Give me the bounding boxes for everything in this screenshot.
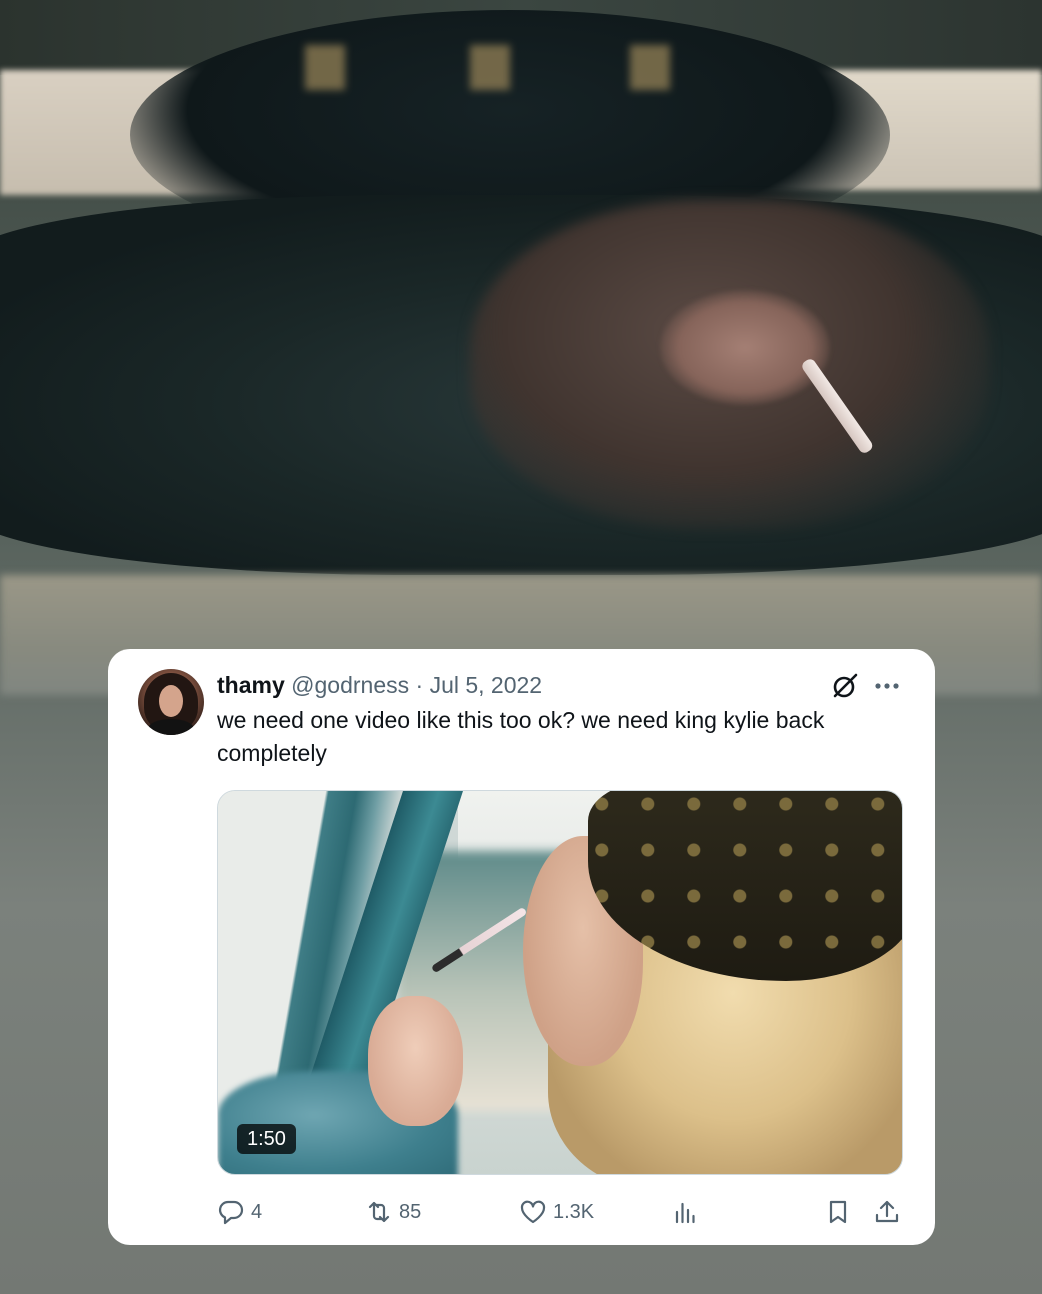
tweet-card[interactable]: thamy @godrness · Jul 5, 2022 we need on… [108,649,935,1245]
tweet-text: we need one video like this too ok? we n… [217,707,825,766]
video-duration-badge: 1:50 [237,1124,296,1154]
background-light [630,45,670,90]
tweet-date[interactable]: Jul 5, 2022 [430,672,543,698]
bookmark-icon [829,1200,847,1224]
repost-icon [368,1201,390,1223]
reply-icon [218,1200,244,1225]
avatar-shirt [148,719,194,735]
action-bar: 4 85 1.3K [217,1197,903,1227]
repost-count: 85 [399,1200,422,1223]
more-icon[interactable] [872,675,904,697]
like-button[interactable]: 1.3K [519,1197,594,1227]
avatar-face [159,685,183,717]
like-count: 1.3K [553,1200,595,1223]
video-hand [368,996,463,1126]
repost-button[interactable]: 85 [365,1197,421,1227]
views-icon [675,1202,695,1224]
tweet-header: thamy @godrness · Jul 5, 2022 [217,669,542,701]
like-icon [520,1200,546,1224]
share-icon [875,1200,899,1223]
bookmark-button[interactable] [824,1197,858,1227]
reply-button[interactable]: 4 [217,1197,262,1227]
background-lips [660,290,830,405]
background-light [305,45,345,90]
views-button[interactable] [672,1197,706,1227]
display-name[interactable]: thamy [217,672,285,698]
reply-count: 4 [251,1200,263,1223]
video-player[interactable]: 1:50 [217,790,903,1175]
separator: · [415,672,424,698]
grok-icon[interactable] [830,671,860,701]
handle[interactable]: @godrness [291,672,409,698]
share-button[interactable] [873,1197,907,1227]
avatar[interactable] [138,669,204,735]
background-light [470,45,510,90]
